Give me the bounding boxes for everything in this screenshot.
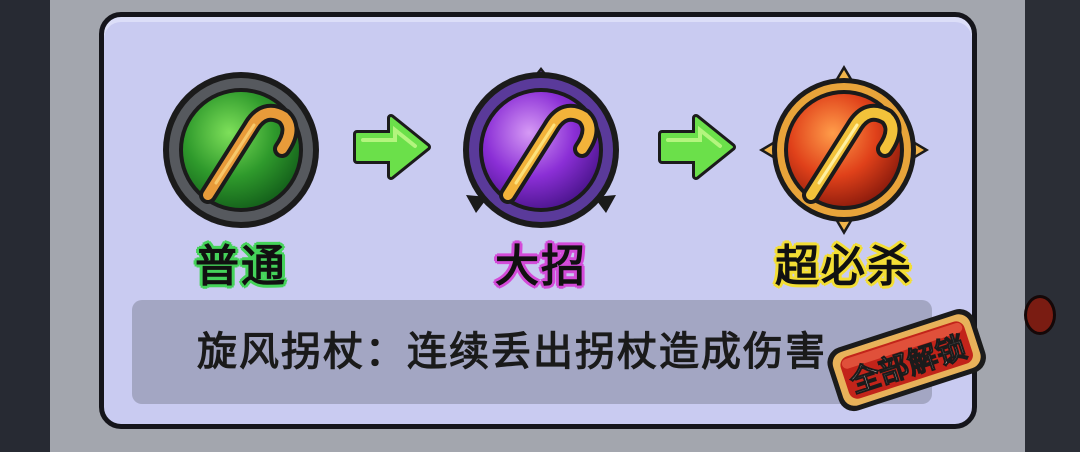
skill-description: 旋风拐杖：连续丢出拐杖造成伤害 (197, 329, 827, 375)
purple-cane-orb-icon (456, 65, 626, 235)
skill-normal-label: 普通 (195, 241, 287, 292)
orange-cane-orb-icon (759, 65, 929, 235)
skill-normal[interactable]: 普通 (156, 65, 326, 295)
arrow-right-icon (658, 114, 736, 180)
background-edge (1025, 0, 1080, 452)
arrow-right-icon (353, 114, 431, 180)
skill-super[interactable]: 超必杀 (759, 65, 929, 295)
green-cane-orb-icon (156, 65, 326, 235)
unlock-all-button[interactable]: 全部解锁 (812, 305, 1002, 417)
game-screen: 普通 大招 超必杀 旋风拐杖：连续丢出拐杖造成伤害 全部解锁 (0, 0, 1080, 452)
skill-super-label: 超必杀 (775, 241, 913, 292)
skill-ultimate-label: 大招 (495, 241, 587, 292)
skill-ultimate[interactable]: 大招 (456, 65, 626, 295)
background-ornament (1024, 295, 1056, 335)
